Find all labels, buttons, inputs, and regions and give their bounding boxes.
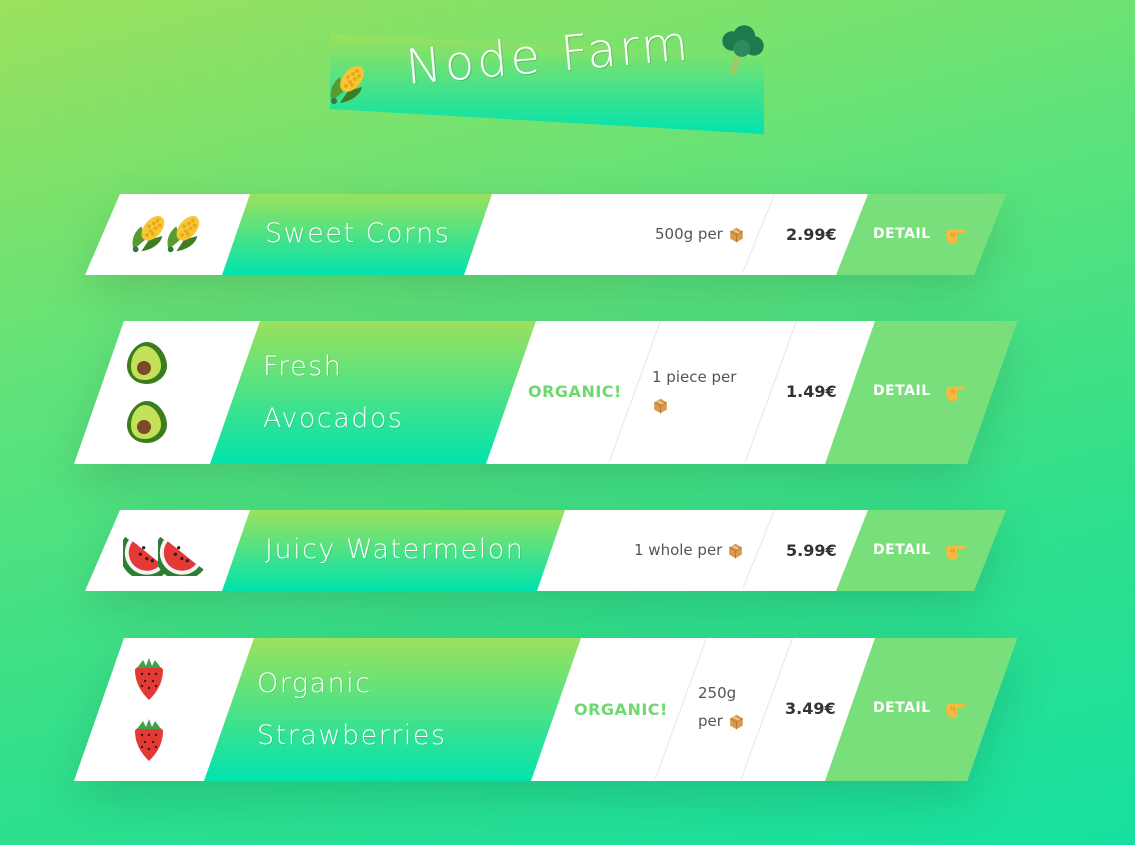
product-price: 1.49€ (786, 382, 837, 401)
product-price: 3.49€ (785, 699, 836, 718)
pointing-hand-icon (945, 229, 966, 245)
product-name: Sweet Corns (265, 218, 451, 249)
watermelon-icon (158, 536, 204, 576)
broccoli-icon (722, 25, 764, 76)
corn-icon (330, 61, 369, 104)
organic-badge: ORGANIC! (528, 382, 622, 401)
header: Node Farm (326, 15, 770, 137)
product-quantity: 1 piece per (652, 363, 736, 419)
pointing-hand-icon (945, 703, 966, 719)
detail-label[interactable]: DETAIL (873, 542, 931, 558)
product-card-strawberries[interactable]: Organic Strawberries ORGANIC! 250g per 3… (74, 638, 1017, 781)
product-card-avocados[interactable]: Fresh Avocados ORGANIC! 1 piece per 1.49… (74, 321, 1017, 464)
product-name-line: Organic (257, 668, 372, 699)
quantity-text: 1 whole per (634, 541, 723, 559)
package-icon (653, 397, 668, 414)
avocado-icon (127, 342, 167, 384)
product-name: Organic Strawberries (257, 658, 447, 762)
product-name-line: Fresh (263, 351, 343, 382)
product-price: 5.99€ (786, 541, 837, 560)
detail-label[interactable]: DETAIL (873, 383, 931, 399)
strawberry-icon (135, 658, 163, 700)
product-quantity: 1 whole per (634, 536, 744, 564)
product-name: Fresh Avocados (263, 341, 404, 445)
product-quantity: 500g per (655, 220, 745, 248)
avocado-icon (127, 401, 167, 443)
detail-label[interactable]: DETAIL (873, 700, 931, 716)
detail-label[interactable]: DETAIL (873, 226, 931, 242)
package-icon (729, 226, 744, 243)
organic-badge: ORGANIC! (574, 700, 668, 719)
pointing-hand-icon (945, 386, 966, 402)
quantity-text: per (698, 712, 723, 730)
quantity-text: 1 piece per (652, 368, 737, 386)
product-card-sweet-corns[interactable]: Sweet Corns 500g per 2.99€ DETAIL (85, 194, 1006, 275)
product-name-line: Avocados (263, 403, 404, 434)
product-name-line: Strawberries (257, 720, 447, 751)
quantity-text: 250g (698, 684, 737, 702)
corn-icon (167, 211, 204, 253)
product-quantity: 250g per (698, 679, 745, 735)
pointing-hand-icon (945, 545, 966, 561)
product-card-watermelon[interactable]: Juicy Watermelon 1 whole per 5.99€ DETAI… (85, 510, 1006, 591)
product-price: 2.99€ (786, 225, 837, 244)
package-icon (728, 542, 743, 559)
package-icon (729, 713, 744, 730)
strawberry-icon (135, 719, 163, 761)
product-name: Juicy Watermelon (265, 534, 525, 565)
quantity-text: 500g per (655, 225, 723, 243)
